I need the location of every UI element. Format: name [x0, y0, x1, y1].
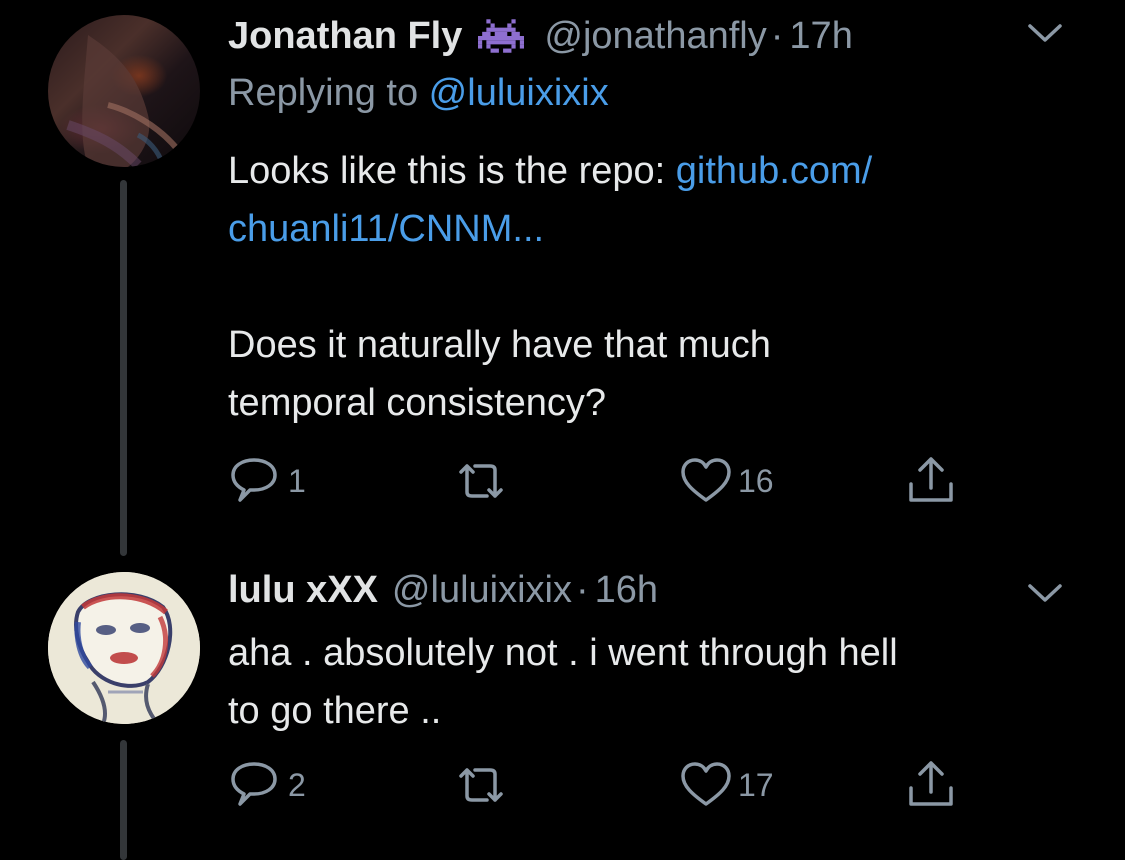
repo-link[interactable]: github.com/: [676, 150, 872, 192]
share-button[interactable]: [903, 760, 959, 810]
reply-count: 2: [288, 766, 306, 803]
avatar-photo: [48, 572, 200, 724]
timestamp[interactable]: 16h: [595, 569, 658, 612]
display-name[interactable]: Jonathan Fly: [228, 15, 462, 58]
share-icon: [909, 761, 953, 806]
tweet-header: Jonathan Fly @jonathanfly · 17h: [228, 14, 1105, 58]
reply-count: 1: [288, 462, 306, 499]
repo-link-continued[interactable]: chuanli11/CNNM...: [228, 208, 544, 250]
reply-button[interactable]: 1: [228, 456, 306, 506]
chevron-down-icon[interactable]: [1027, 582, 1063, 604]
heart-icon: [681, 762, 731, 806]
retweet-icon: [459, 464, 503, 498]
like-button[interactable]: 17: [678, 760, 774, 810]
tweet-text-line: to go there ..: [228, 690, 442, 732]
chevron-down-icon[interactable]: [1027, 22, 1063, 44]
display-name[interactable]: lulu xXX: [228, 569, 378, 612]
tweet[interactable]: lulu xXX @luluixixix · 16h aha . absolut…: [0, 560, 1125, 860]
share-icon: [909, 457, 953, 502]
tweet-header: lulu xXX @luluixixix · 16h: [228, 568, 1105, 612]
reply-icon: [231, 762, 277, 806]
timestamp[interactable]: 17h: [789, 15, 852, 58]
handle[interactable]: @luluixixix: [392, 569, 572, 612]
separator: ·: [575, 568, 589, 611]
tweet-text-line: aha . absolutely not . i went through he…: [228, 632, 898, 674]
tweet-text: Looks like this is the repo: github.com/…: [228, 142, 872, 432]
retweet-button[interactable]: [453, 456, 513, 506]
like-count: 17: [738, 766, 774, 803]
tweet-text-line: Looks like this is the repo: github.com/: [228, 142, 872, 200]
tweet-text-span: Looks like this is the repo:: [228, 150, 676, 192]
tweet[interactable]: Jonathan Fly @jonathanfly · 17h Replying…: [0, 0, 1125, 560]
like-button[interactable]: 16: [678, 456, 774, 506]
replying-prefix: Replying to: [228, 72, 429, 114]
like-count: 16: [738, 462, 774, 499]
tweet-actions: 1 16: [228, 456, 988, 506]
handle[interactable]: @jonathanfly: [544, 15, 766, 58]
thread-line: [120, 180, 127, 556]
tweet-text-line: Does it naturally have that much: [228, 324, 771, 366]
retweet-button[interactable]: [453, 760, 513, 810]
avatar[interactable]: [48, 15, 200, 167]
reply-icon: [231, 458, 277, 502]
replying-to-link[interactable]: @luluixixix: [429, 72, 609, 114]
tweet-text: aha . absolutely not . i went through he…: [228, 624, 898, 740]
tweet-actions: 2 17: [228, 760, 988, 810]
retweet-icon: [459, 768, 503, 802]
share-button[interactable]: [903, 456, 959, 506]
avatar-photo: [66, 35, 181, 167]
tweet-text-line: temporal consistency?: [228, 382, 607, 424]
separator: ·: [770, 14, 784, 57]
replying-to: Replying to @luluixixix: [228, 72, 609, 115]
reply-button[interactable]: 2: [228, 760, 306, 810]
avatar[interactable]: [48, 572, 200, 724]
thread-line: [120, 740, 127, 860]
heart-icon: [681, 458, 731, 502]
alien-monster-emoji-icon: [478, 18, 525, 54]
